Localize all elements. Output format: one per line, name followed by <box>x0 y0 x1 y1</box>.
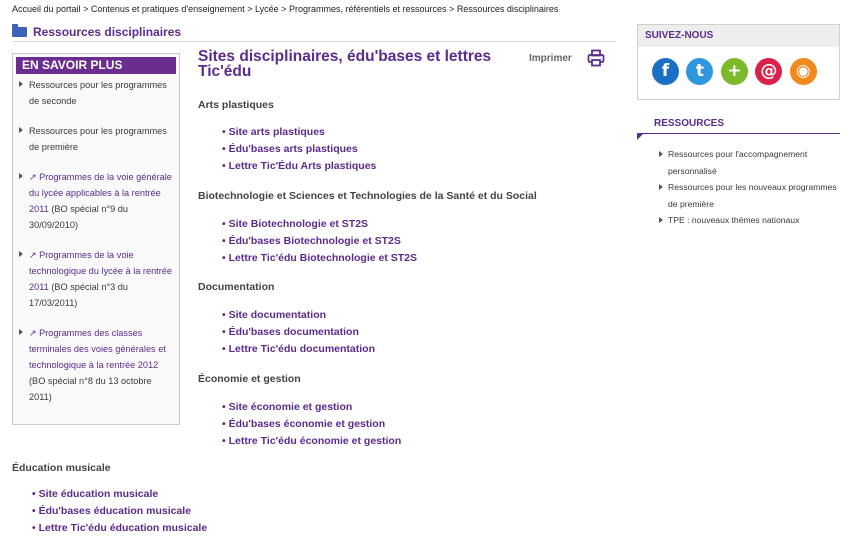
ressources-header: RESSOURCES <box>637 118 840 134</box>
breadcrumb-contenus[interactable]: Contenus et pratiques d'enseignement <box>91 4 245 14</box>
sidebar-item-label: Ressources pour les programmes de premiè… <box>29 126 167 152</box>
link-site-biotechnologie[interactable]: Site Biotechnologie et ST2S <box>222 216 417 233</box>
suivez-nous-panel: SUIVEZ-NOUS f t + @ ◉ <box>637 24 840 100</box>
plus-icon[interactable]: + <box>720 58 748 85</box>
sidebar-item-link[interactable]: Programmes des classes terminales des vo… <box>29 328 166 370</box>
link-list: Site économie et gestion Édu'bases écono… <box>222 399 402 450</box>
breadcrumb: Accueil du portail > Contenus et pratiqu… <box>12 4 558 14</box>
category-heading: Éducation musicale <box>12 462 111 474</box>
arrow-right-icon <box>19 251 23 257</box>
email-icon[interactable]: @ <box>755 58 783 85</box>
link-lettre-documentation[interactable]: Lettre Tic'édu documentation <box>222 341 375 358</box>
sidebar-item-note: (BO spécial n°8 du 13 octobre 2011) <box>29 376 152 402</box>
social-links: f t + @ ◉ <box>652 58 820 85</box>
folder-icon <box>12 24 27 37</box>
link-site-economie-gestion[interactable]: Site économie et gestion <box>222 399 401 416</box>
sidebar-item-voie-generale[interactable]: ↗ Programmes de la voie générale du lycé… <box>19 169 173 233</box>
resource-item-label: TPE : nouveaux thèmes nationaux <box>668 215 800 225</box>
section-title-text: Ressources disciplinaires <box>33 25 182 39</box>
suivez-nous-header: SUIVEZ-NOUS <box>638 25 839 47</box>
resource-item-label: Ressources pour les nouveaux programmes … <box>668 182 837 209</box>
sidebar-item-label: Ressources pour les programmes de second… <box>29 80 167 106</box>
link-edubases-arts-plastiques[interactable]: Édu'bases arts plastiques <box>222 141 376 158</box>
resource-item-tpe[interactable]: TPE : nouveaux thèmes nationaux <box>659 212 840 229</box>
breadcrumb-home[interactable]: Accueil du portail <box>12 4 81 14</box>
link-lettre-economie-gestion[interactable]: Lettre Tic'édu économie et gestion <box>222 433 402 450</box>
sidebar-item-programmes-seconde[interactable]: Ressources pour les programmes de second… <box>19 77 173 109</box>
rss-icon[interactable]: ◉ <box>789 58 817 85</box>
link-list: Site arts plastiques Édu'bases arts plas… <box>222 124 377 175</box>
link-site-education-musicale[interactable]: Site éducation musicale <box>32 486 207 503</box>
arrow-right-icon <box>19 173 23 179</box>
category-education-musicale: Éducation musicale Site éducation musica… <box>12 462 207 537</box>
link-list: Site documentation Édu'bases documentati… <box>222 307 375 358</box>
sidebar-item-programmes-premiere[interactable]: Ressources pour les programmes de premiè… <box>19 123 173 155</box>
category-heading: Économie et gestion <box>198 373 301 385</box>
link-list: Site Biotechnologie et ST2S Édu'bases Bi… <box>222 216 417 267</box>
link-lettre-arts-plastiques[interactable]: Lettre Tic'Édu Arts plastiques <box>222 158 377 175</box>
print-link[interactable]: Imprimer <box>529 53 572 64</box>
link-edubases-documentation[interactable]: Édu'bases documentation <box>222 324 375 341</box>
resource-item-label: Ressources pour l'accompagnement personn… <box>668 149 808 176</box>
external-link-icon: ↗ <box>29 328 37 338</box>
sidebar-item-voie-technologique[interactable]: ↗ Programmes de la voie technologique du… <box>19 247 173 311</box>
section-title: Ressources disciplinaires <box>12 24 616 42</box>
external-link-icon: ↗ <box>29 250 37 260</box>
arrow-right-icon <box>19 329 23 335</box>
link-site-documentation[interactable]: Site documentation <box>222 307 375 324</box>
arrow-right-icon <box>659 151 663 157</box>
breadcrumb-current: Ressources disciplinaires <box>456 4 559 14</box>
link-edubases-education-musicale[interactable]: Édu'bases éducation musicale <box>32 503 207 520</box>
sidebar-item-classes-terminales[interactable]: ↗ Programmes des classes terminales des … <box>19 325 173 405</box>
category-heading: Arts plastiques <box>198 99 274 111</box>
link-list: Site éducation musicale Édu'bases éducat… <box>32 486 208 537</box>
en-savoir-plus-header: EN SAVOIR PLUS <box>16 57 176 74</box>
corner-decoration <box>637 134 643 140</box>
breadcrumb-separator: > <box>247 4 253 14</box>
breadcrumb-separator: > <box>83 4 89 14</box>
breadcrumb-lycee[interactable]: Lycée <box>255 4 279 14</box>
printer-icon[interactable] <box>587 49 605 67</box>
breadcrumb-separator: > <box>281 4 287 14</box>
resource-item-programmes-premiere[interactable]: Ressources pour les nouveaux programmes … <box>659 179 840 212</box>
breadcrumb-separator: > <box>449 4 455 14</box>
category-heading: Biotechnologie et Sciences et Technologi… <box>198 190 537 202</box>
arrow-right-icon <box>659 217 663 223</box>
breadcrumb-programmes[interactable]: Programmes, référentiels et ressources <box>289 4 447 14</box>
arrow-right-icon <box>19 81 23 87</box>
en-savoir-plus-panel: EN SAVOIR PLUS Ressources pour les progr… <box>12 53 180 425</box>
main-content: Sites disciplinaires, édu'bases et lettr… <box>198 48 618 447</box>
ressources-panel: RESSOURCES Ressources pour l'accompagnem… <box>637 118 840 229</box>
external-link-icon: ↗ <box>29 172 37 182</box>
category-heading: Documentation <box>198 281 275 293</box>
link-lettre-biotechnologie[interactable]: Lettre Tic'édu Biotechnologie et ST2S <box>222 250 417 267</box>
link-lettre-education-musicale[interactable]: Lettre Tic'édu éducation musicale <box>32 520 208 537</box>
arrow-right-icon <box>659 184 663 190</box>
link-site-arts-plastiques[interactable]: Site arts plastiques <box>222 124 376 141</box>
arrow-right-icon <box>19 127 23 133</box>
page-title: Sites disciplinaires, édu'bases et lettr… <box>198 48 492 80</box>
twitter-icon[interactable]: t <box>686 58 714 85</box>
resource-item-accompagnement[interactable]: Ressources pour l'accompagnement personn… <box>659 146 840 179</box>
link-edubases-economie-gestion[interactable]: Édu'bases économie et gestion <box>222 416 401 433</box>
facebook-icon[interactable]: f <box>652 58 679 85</box>
link-edubases-biotechnologie[interactable]: Édu'bases Biotechnologie et ST2S <box>222 233 417 250</box>
